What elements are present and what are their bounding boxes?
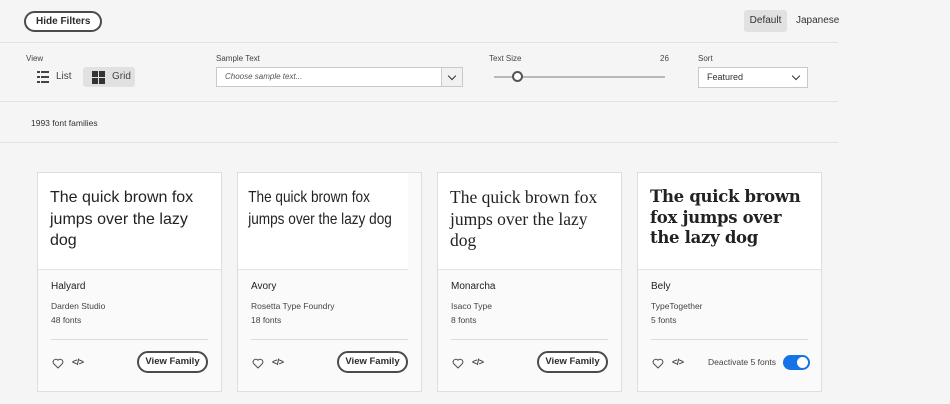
activation-toggle[interactable] [783, 355, 810, 370]
font-preview: The quick brown fox jumps over the lazy … [438, 173, 621, 270]
font-preview: The quick brown fox jumps over the lazy … [38, 173, 221, 270]
sample-text-dropdown-button[interactable] [441, 67, 463, 87]
view-family-button[interactable]: View Family [537, 351, 608, 373]
font-card[interactable]: The quick brown fox jumps over the lazy … [237, 172, 422, 392]
foundry-name[interactable]: Isaco Type [451, 301, 492, 311]
font-count: 18 fonts [251, 315, 282, 325]
top-bar: Hide Filters Default Japanese [0, 0, 839, 43]
language-japanese-button[interactable]: Japanese [792, 10, 843, 32]
code-icon[interactable]: </> [272, 357, 284, 367]
heart-icon[interactable] [252, 358, 264, 369]
code-icon[interactable]: </> [472, 357, 484, 367]
divider [651, 339, 808, 340]
view-label: View [26, 54, 44, 63]
view-list-button[interactable]: List [37, 67, 72, 87]
sort-select[interactable]: Featured [698, 67, 808, 88]
text-size-value: 26 [660, 54, 669, 63]
code-icon[interactable]: </> [672, 357, 684, 367]
list-icon [37, 71, 49, 83]
font-count: 5 fonts [651, 315, 677, 325]
foundry-name[interactable]: TypeTogether [651, 301, 703, 311]
font-card[interactable]: The quick brown fox jumps over the lazy … [637, 172, 822, 392]
heart-icon[interactable] [52, 358, 64, 369]
divider [451, 339, 608, 340]
text-size-label: Text Size [489, 54, 522, 63]
chevron-down-icon [791, 71, 801, 81]
font-family-name[interactable]: Monarcha [451, 281, 495, 292]
font-family-name[interactable]: Halyard [51, 281, 85, 292]
results-count: 1993 font families [31, 118, 98, 128]
language-default-button[interactable]: Default [744, 10, 787, 32]
font-count: 8 fonts [451, 315, 477, 325]
font-count: 48 fonts [51, 315, 82, 325]
divider [251, 339, 408, 340]
sort-label: Sort [698, 54, 713, 63]
view-grid-label: Grid [112, 71, 131, 82]
view-grid-button[interactable]: Grid [83, 67, 135, 87]
foundry-name[interactable]: Rosetta Type Foundry [251, 301, 334, 311]
view-list-label: List [56, 71, 72, 82]
font-preview: The quick brown fox jumps over the lazy … [638, 173, 821, 270]
font-family-name[interactable]: Bely [651, 281, 670, 292]
font-card[interactable]: The quick brown fox jumps over the lazy … [437, 172, 622, 392]
font-family-name[interactable]: Avory [251, 281, 276, 292]
view-family-button[interactable]: View Family [137, 351, 208, 373]
font-preview: The quick brown fox jumps over the lazy … [238, 173, 408, 270]
grid-icon [92, 70, 105, 84]
divider [51, 339, 208, 340]
filters-bar: View List Grid Sample Text Choose sample… [0, 43, 838, 102]
sample-text-input[interactable]: Choose sample text... [216, 67, 441, 87]
toggle-knob [797, 357, 808, 368]
view-family-button[interactable]: View Family [337, 351, 408, 373]
deactivate-label: Deactivate 5 fonts [708, 357, 777, 367]
code-icon[interactable]: </> [72, 357, 84, 367]
chevron-down-icon [447, 71, 457, 81]
sort-value: Featured [707, 72, 744, 82]
heart-icon[interactable] [452, 358, 464, 369]
heart-icon[interactable] [652, 358, 664, 369]
foundry-name[interactable]: Darden Studio [51, 301, 105, 311]
hide-filters-button[interactable]: Hide Filters [24, 11, 103, 32]
sample-text-label: Sample Text [216, 54, 260, 63]
text-size-slider-thumb[interactable] [512, 71, 523, 82]
divider [0, 142, 838, 143]
font-card[interactable]: The quick brown fox jumps over the lazy … [37, 172, 222, 392]
